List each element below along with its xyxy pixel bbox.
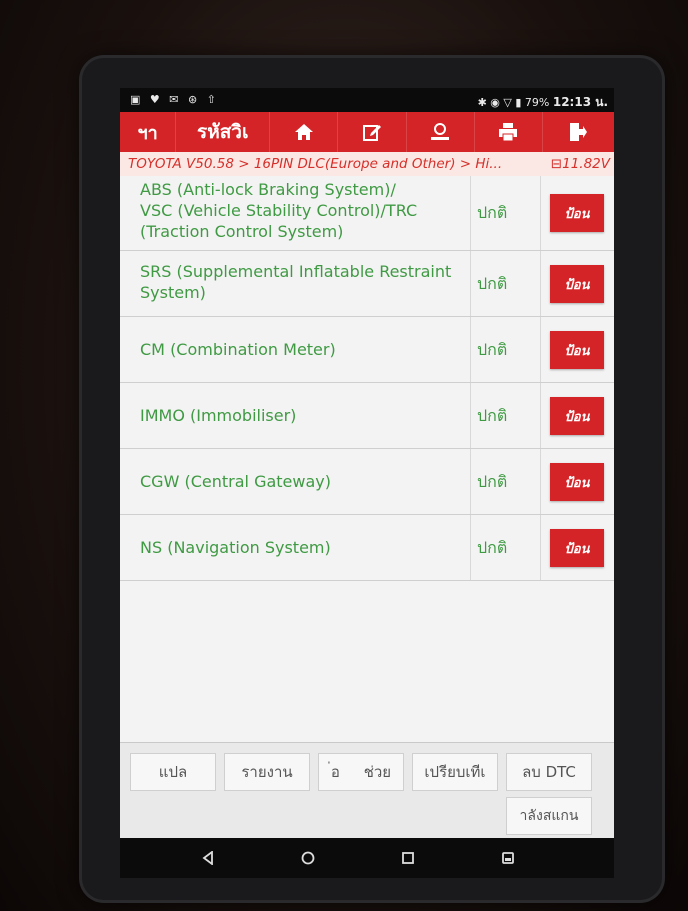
recents-square-icon (402, 852, 414, 864)
battery-icon: ⊟ (550, 156, 563, 172)
system-name: SRS (Supplemental Inflatable Restraint S… (140, 261, 451, 303)
translate-button[interactable]: แปล (130, 753, 216, 791)
bottom-action-bar: แปล รายงาน ่อ ช่วย เปรียบเทีเ ลบ DTC าลั… (120, 742, 614, 839)
system-name: CGW (Central Gateway) (140, 471, 331, 492)
system-status: ปกติ (470, 176, 540, 250)
system-name-line: CM (Combination Meter) (140, 340, 336, 359)
screenshot-icon (502, 852, 514, 864)
enter-button[interactable]: ป้อน (550, 194, 604, 232)
edit-button[interactable] (338, 112, 407, 152)
system-name-line: SRS (Supplemental Inflatable Restraint (140, 262, 452, 281)
system-row-ns[interactable]: NS (Navigation System) ปกติ ป้อน (120, 515, 614, 581)
back-button[interactable]: ฯา (120, 112, 177, 152)
help-label: ช่วย (363, 763, 392, 781)
device-screen: ▣ ♥ ✉ ⊛ ⇧ ✱ ◉ ▽ ▮ 79% 12:13 น. ฯา รหัสวิ… (120, 88, 614, 878)
system-name-line: IMMO (Immobiliser) (140, 406, 297, 425)
android-nav-bar (120, 838, 614, 878)
system-status: ปกติ (470, 317, 540, 382)
system-row-abs[interactable]: ABS (Anti-lock Braking System)/ VSC (Veh… (120, 176, 614, 251)
system-name-line: CGW (Central Gateway) (140, 472, 331, 491)
exit-button[interactable] (543, 112, 614, 152)
enter-button[interactable]: ป้อน (550, 463, 604, 501)
nav-home-button[interactable] (296, 846, 320, 870)
info-help-button[interactable]: ่อ ช่วย (318, 753, 404, 791)
system-status: ปกติ (470, 449, 540, 514)
enter-button[interactable]: ป้อน (550, 331, 604, 369)
clock: 12:13 น. (552, 95, 608, 109)
home-icon (294, 124, 313, 140)
column-divider (540, 176, 541, 250)
nav-back-button[interactable] (196, 846, 220, 870)
system-status: ปกติ (470, 383, 540, 448)
column-divider (540, 251, 541, 316)
home-circle-icon (301, 851, 315, 865)
back-triangle-icon (202, 851, 213, 865)
system-name-line: VSC (Vehicle Stability Control)/TRC (140, 201, 418, 220)
system-name-line: ABS (Anti-lock Braking System)/ (140, 180, 396, 199)
breadcrumb-path: TOYOTA V50.58 > 16PIN DLC(Europe and Oth… (128, 156, 503, 172)
system-name: NS (Navigation System) (140, 537, 331, 558)
system-status: ปกติ (470, 251, 540, 316)
system-row-srs[interactable]: SRS (Supplemental Inflatable Restraint S… (120, 251, 614, 317)
compare-button[interactable]: เปรียบเทีเ (412, 753, 498, 791)
system-name-line: System) (140, 283, 206, 302)
system-row-immo[interactable]: IMMO (Immobiliser) ปกติ ป้อน (120, 383, 614, 449)
system-name: CM (Combination Meter) (140, 339, 336, 360)
column-divider (540, 383, 541, 448)
report-button[interactable]: รายงาน (224, 753, 310, 791)
user-icon (431, 123, 450, 140)
nav-recents-button[interactable] (396, 846, 420, 870)
nav-screenshot-button[interactable] (496, 846, 520, 870)
user-button[interactable] (407, 112, 475, 152)
system-row-cgw[interactable]: CGW (Central Gateway) ปกติ ป้อน (120, 449, 614, 515)
system-status-icons: ✱ ◉ ▽ ▮ (477, 96, 522, 109)
print-button[interactable] (475, 112, 543, 152)
info-label: ่อ (330, 763, 340, 781)
system-list: ABS (Anti-lock Braking System)/ VSC (Veh… (120, 176, 614, 742)
status-bar: ▣ ♥ ✉ ⊛ ⇧ ✱ ◉ ▽ ▮ 79% 12:13 น. (120, 88, 614, 112)
notification-icons: ▣ ♥ ✉ ⊛ ⇧ (130, 93, 219, 106)
system-name: ABS (Anti-lock Braking System)/ VSC (Veh… (140, 179, 417, 242)
column-divider (540, 515, 541, 580)
enter-button[interactable]: ป้อน (550, 265, 604, 303)
column-divider (540, 317, 541, 382)
system-row-cm[interactable]: CM (Combination Meter) ปกติ ป้อน (120, 317, 614, 383)
exit-icon (570, 123, 588, 141)
column-divider (540, 449, 541, 514)
edit-icon (362, 125, 381, 141)
toolbar-title: รหัสวิเ (176, 112, 271, 152)
system-name: IMMO (Immobiliser) (140, 405, 296, 426)
print-icon (499, 123, 518, 142)
enter-button[interactable]: ป้อน (550, 397, 604, 435)
status-right: ✱ ◉ ▽ ▮ 79% 12:13 น. (478, 93, 608, 112)
enter-button[interactable]: ป้อน (550, 529, 604, 567)
system-status: ปกติ (470, 515, 540, 580)
scanning-button[interactable]: าลังสแกน (506, 797, 592, 835)
system-name-line: (Traction Control System) (140, 222, 344, 241)
clear-dtc-button[interactable]: ลบ DTC (506, 753, 592, 791)
app-toolbar: ฯา รหัสวิเ (120, 112, 614, 152)
system-name-line: NS (Navigation System) (140, 538, 331, 557)
voltage-readout: ⊟11.82V (546, 156, 610, 172)
breadcrumb: TOYOTA V50.58 > 16PIN DLC(Europe and Oth… (120, 152, 614, 176)
voltage-value: 11.82V (562, 156, 610, 172)
home-button[interactable] (270, 112, 339, 152)
battery-level: 79% (524, 96, 550, 109)
